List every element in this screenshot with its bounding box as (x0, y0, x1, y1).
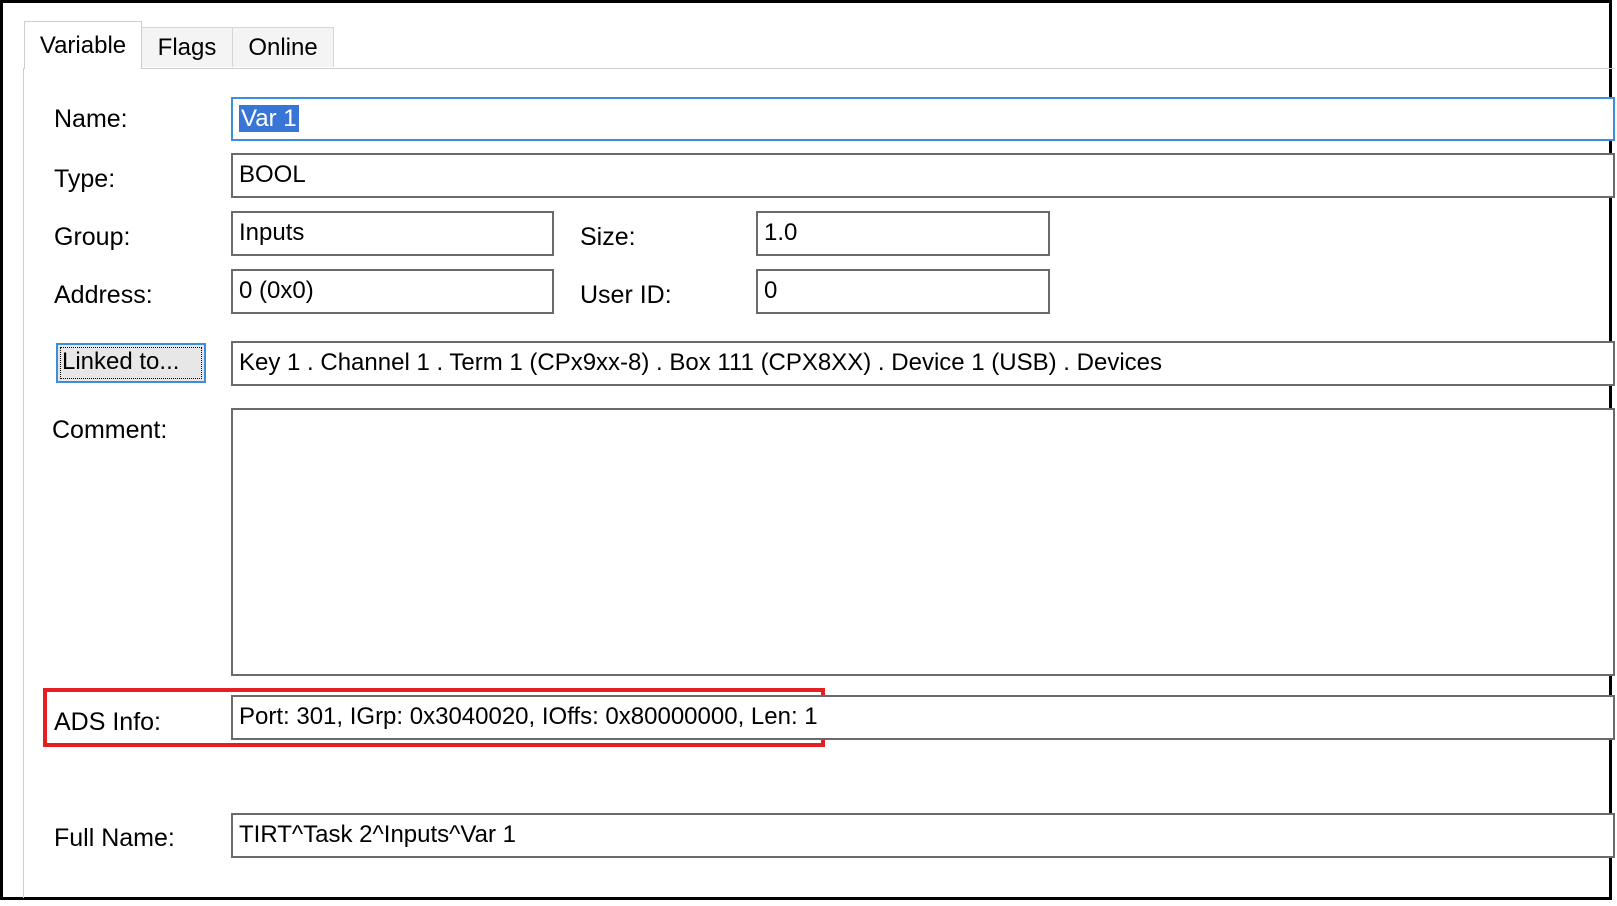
linked-to-button[interactable]: Linked to... (56, 343, 206, 383)
tab-flags[interactable]: Flags (141, 27, 233, 67)
name-input[interactable]: Var 1 (231, 97, 1615, 141)
ads-info-label: ADS Info: (54, 708, 161, 736)
userid-field[interactable]: 0 (756, 269, 1050, 314)
userid-label: User ID: (580, 281, 672, 309)
comment-label: Comment: (52, 416, 168, 444)
tab-strip: Flags Online Variable (19, 21, 1615, 69)
name-label: Name: (54, 105, 128, 133)
comment-textarea[interactable] (231, 408, 1615, 676)
size-field[interactable]: 1.0 (756, 211, 1050, 256)
tab-online[interactable]: Online (232, 27, 334, 67)
group-label: Group: (54, 223, 131, 251)
name-input-value: Var 1 (239, 105, 299, 132)
group-field[interactable]: Inputs (231, 211, 554, 256)
linked-to-field[interactable]: Key 1 . Channel 1 . Term 1 (CPx9xx-8) . … (231, 341, 1615, 386)
address-field[interactable]: 0 (0x0) (231, 269, 554, 314)
type-field[interactable]: BOOL (231, 153, 1615, 198)
full-name-field[interactable]: TIRT^Task 2^Inputs^Var 1 (231, 813, 1615, 858)
ads-info-field[interactable]: Port: 301, IGrp: 0x3040020, IOffs: 0x800… (231, 695, 1615, 740)
address-label: Address: (54, 281, 153, 309)
size-label: Size: (580, 223, 636, 251)
full-name-label: Full Name: (54, 824, 175, 852)
properties-window: Flags Online Variable Name: Var 1 Type: … (0, 0, 1615, 900)
tab-variable[interactable]: Variable (24, 21, 142, 69)
type-label: Type: (54, 165, 116, 193)
